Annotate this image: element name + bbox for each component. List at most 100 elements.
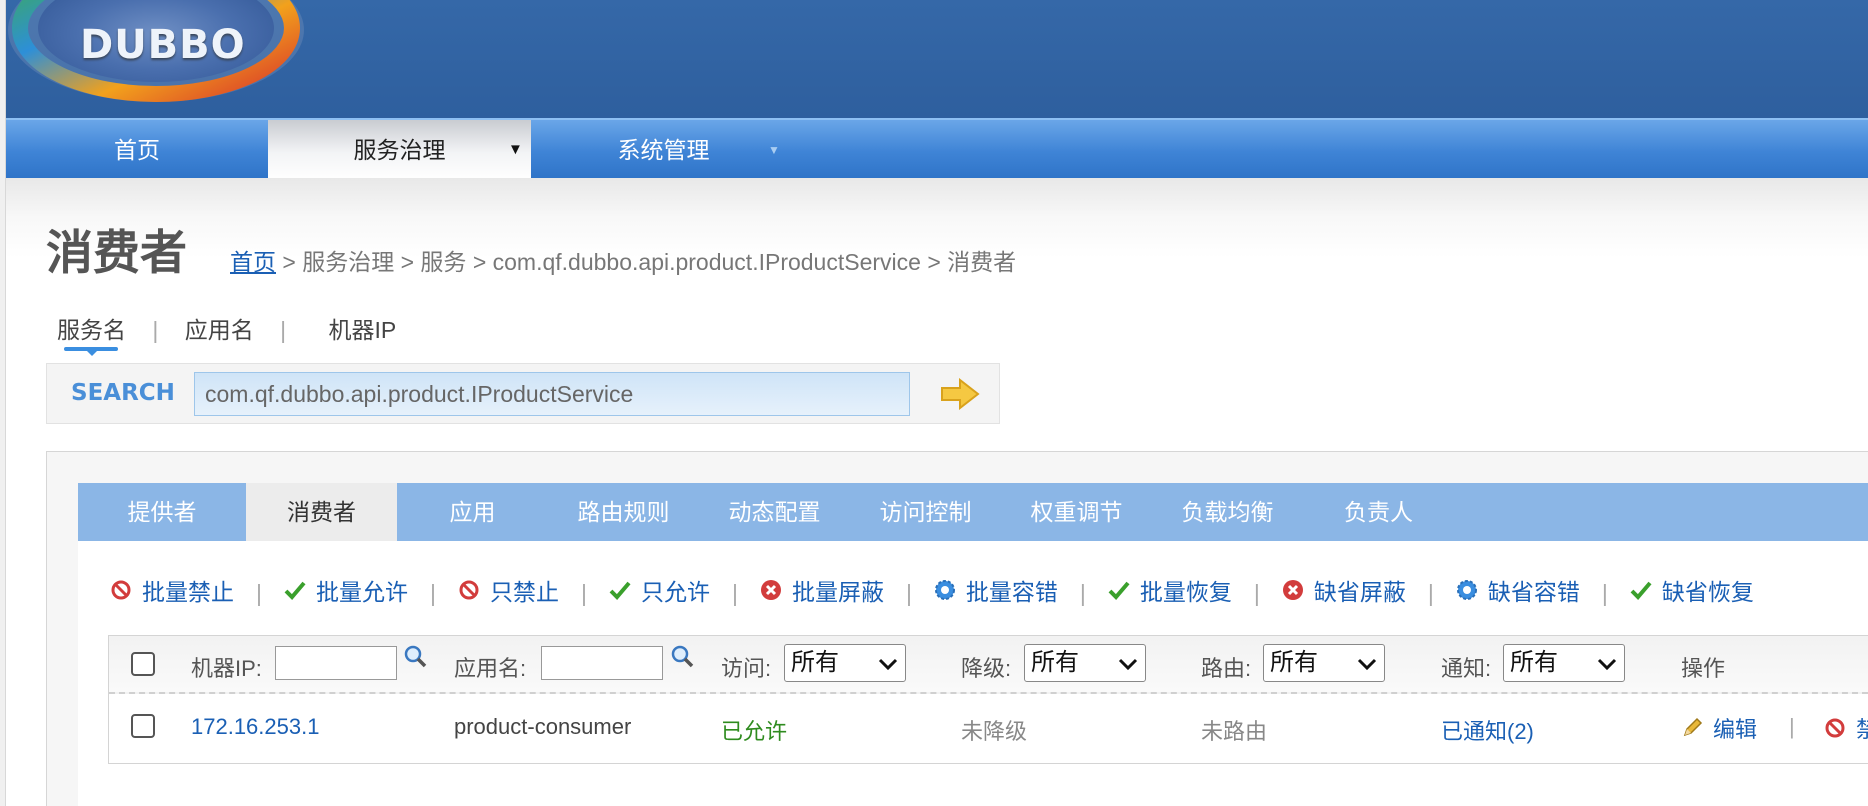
search-bar: SEARCH bbox=[46, 363, 1000, 424]
app-filter-label: 应用名: bbox=[454, 656, 527, 681]
forbid-icon bbox=[459, 580, 479, 600]
ip-filter-input[interactable] bbox=[275, 646, 397, 680]
app-filter-input[interactable] bbox=[541, 646, 663, 680]
tab-load-balance[interactable]: 负载均衡 bbox=[1152, 483, 1303, 541]
pencil-icon bbox=[1683, 717, 1703, 737]
action-separator: | bbox=[1253, 580, 1260, 606]
search-input[interactable] bbox=[194, 372, 910, 416]
default-recover-button[interactable]: 缺省恢复 bbox=[1630, 573, 1754, 607]
check-icon bbox=[1108, 581, 1130, 600]
tab-separator: | bbox=[280, 317, 287, 343]
edit-button[interactable]: 编辑 bbox=[1681, 712, 1757, 744]
check-icon bbox=[1630, 581, 1652, 600]
chevron-down-icon bbox=[1118, 658, 1138, 671]
search-type-tabs: 服务名 | 应用名 | 机器IP bbox=[57, 311, 396, 345]
batch-forbid-button[interactable]: 批量禁止 bbox=[110, 573, 234, 607]
route-status: 未路由 bbox=[1201, 719, 1268, 744]
consumer-ip-link[interactable]: 172.16.253.1 bbox=[191, 714, 319, 740]
edit-label: 编辑 bbox=[1713, 717, 1758, 742]
forbid-icon bbox=[1825, 718, 1845, 738]
tab-providers[interactable]: 提供者 bbox=[78, 483, 246, 541]
nav-system-management[interactable]: 系统管理 ▼ bbox=[531, 120, 796, 180]
block-icon bbox=[760, 580, 781, 600]
nav-service-governance-label: 服务治理 bbox=[353, 137, 446, 163]
nav-service-governance[interactable]: 服务治理 ▼ bbox=[268, 120, 531, 180]
main-nav: 首页 服务治理 ▼ 系统管理 ▼ bbox=[6, 118, 1868, 180]
action-label: 缺省容错 bbox=[1487, 579, 1580, 605]
degrade-filter-select[interactable]: 所有 bbox=[1024, 644, 1146, 682]
route-filter-select[interactable]: 所有 bbox=[1263, 644, 1385, 682]
operations-header: 操作 bbox=[1681, 656, 1726, 681]
search-icon[interactable] bbox=[403, 644, 427, 668]
active-tab-indicator bbox=[64, 347, 118, 356]
forbid-icon bbox=[111, 580, 131, 600]
action-label: 只禁止 bbox=[489, 579, 559, 605]
action-label: 批量容错 bbox=[965, 579, 1058, 605]
search-label: SEARCH bbox=[71, 380, 175, 406]
action-separator: | bbox=[1427, 580, 1434, 606]
row-checkbox[interactable] bbox=[131, 714, 155, 738]
action-separator: | bbox=[1789, 714, 1795, 739]
action-separator: | bbox=[731, 580, 738, 606]
search-tab-machine-ip[interactable]: 机器IP bbox=[329, 311, 397, 345]
select-value: 所有 bbox=[1510, 649, 1558, 676]
tab-applications[interactable]: 应用 bbox=[397, 483, 548, 541]
tab-separator: | bbox=[152, 317, 159, 343]
nav-system-management-label: 系统管理 bbox=[617, 137, 710, 163]
chevron-down-icon bbox=[878, 658, 898, 671]
tab-access-control[interactable]: 访问控制 bbox=[850, 483, 1001, 541]
default-block-button[interactable]: 缺省屏蔽 bbox=[1282, 573, 1406, 607]
nav-home[interactable]: 首页 bbox=[6, 120, 268, 180]
action-separator: | bbox=[580, 580, 587, 606]
tab-consumers[interactable]: 消费者 bbox=[246, 483, 397, 541]
batch-tolerate-button[interactable]: 批量容错 bbox=[934, 573, 1058, 607]
notify-status-link[interactable]: 已通知(2) bbox=[1441, 714, 1534, 746]
consumer-app-name: product-consumer bbox=[454, 714, 632, 739]
gear-icon bbox=[934, 580, 955, 600]
access-status: 已允许 bbox=[721, 719, 788, 744]
degrade-filter-label: 降级: bbox=[961, 656, 1012, 681]
degrade-status: 未降级 bbox=[961, 719, 1028, 744]
ip-filter-label: 机器IP: bbox=[191, 656, 262, 681]
search-icon[interactable] bbox=[670, 644, 694, 668]
select-value: 所有 bbox=[1270, 649, 1318, 676]
action-label: 缺省屏蔽 bbox=[1313, 579, 1406, 605]
check-icon bbox=[284, 581, 306, 600]
batch-allow-button[interactable]: 批量允许 bbox=[284, 573, 408, 607]
search-arrow-icon[interactable] bbox=[940, 378, 980, 410]
default-tolerate-button[interactable]: 缺省容错 bbox=[1456, 573, 1580, 607]
dropdown-arrow-icon: ▼ bbox=[768, 143, 780, 157]
action-label: 只允许 bbox=[640, 579, 710, 605]
gear-icon bbox=[1456, 580, 1477, 600]
batch-block-button[interactable]: 批量屏蔽 bbox=[760, 573, 884, 607]
only-forbid-button[interactable]: 只禁止 bbox=[458, 573, 559, 607]
tab-routing-rules[interactable]: 路由规则 bbox=[548, 483, 699, 541]
block-icon bbox=[1282, 580, 1303, 600]
batch-recover-button[interactable]: 批量恢复 bbox=[1108, 573, 1232, 607]
tab-weight-adjust[interactable]: 权重调节 bbox=[1001, 483, 1152, 541]
only-allow-button[interactable]: 只允许 bbox=[609, 573, 710, 607]
access-filter-select[interactable]: 所有 bbox=[784, 644, 906, 682]
select-value: 所有 bbox=[791, 649, 839, 676]
dropdown-arrow-icon: ▼ bbox=[508, 141, 523, 158]
search-tab-service-name[interactable]: 服务名 bbox=[57, 311, 126, 345]
action-separator: | bbox=[1601, 580, 1608, 606]
forbid-label: 禁止 bbox=[1856, 717, 1868, 742]
search-tab-app-name[interactable]: 应用名 bbox=[185, 311, 254, 345]
notify-filter-select[interactable]: 所有 bbox=[1503, 644, 1625, 682]
forbid-button[interactable]: 禁止 bbox=[1824, 712, 1868, 744]
breadcrumb-path: > 服务治理 > 服务 > com.qf.dubbo.api.product.I… bbox=[276, 249, 1017, 275]
access-filter-label: 访问: bbox=[721, 656, 772, 681]
tab-dynamic-config[interactable]: 动态配置 bbox=[699, 483, 850, 541]
select-value: 所有 bbox=[1031, 649, 1079, 676]
logo-text: DUBBO bbox=[80, 22, 246, 68]
notify-filter-label: 通知: bbox=[1441, 656, 1492, 681]
select-all-checkbox[interactable] bbox=[131, 652, 155, 676]
check-icon bbox=[609, 581, 631, 600]
tab-owners[interactable]: 负责人 bbox=[1303, 483, 1454, 541]
nav-home-label: 首页 bbox=[114, 137, 160, 163]
action-label: 缺省恢复 bbox=[1661, 579, 1754, 605]
breadcrumb-home-link[interactable]: 首页 bbox=[230, 249, 276, 275]
batch-actions: 批量禁止 | 批量允许 | 只禁止 | 只允许 | 批量屏蔽 | 批量容错 | … bbox=[110, 573, 1754, 607]
route-filter-label: 路由: bbox=[1201, 656, 1252, 681]
